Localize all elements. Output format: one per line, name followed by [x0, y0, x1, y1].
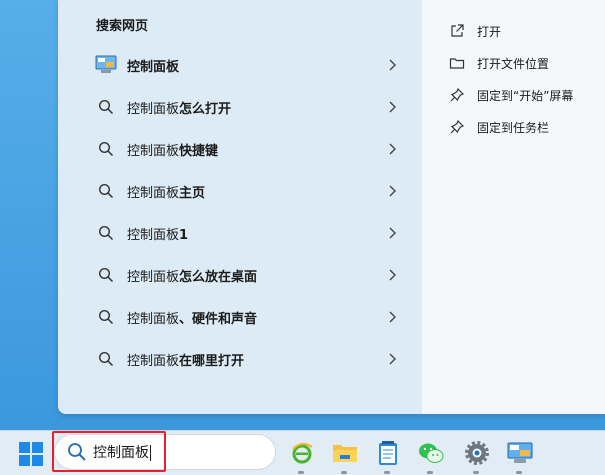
search-icon: [94, 179, 118, 203]
chevron-right-icon: [389, 311, 396, 323]
result-label-prefix: 控制面板: [127, 269, 180, 285]
result-row-where-to-open[interactable]: 控制面板在哪里打开: [88, 341, 400, 377]
wechat-icon[interactable]: [417, 439, 445, 467]
chevron-right-icon: [389, 185, 396, 197]
chevron-right-icon: [389, 59, 396, 71]
action-pin-to-start[interactable]: 固定到“开始”屏幕: [448, 83, 573, 107]
result-label-bold: 控制面板: [127, 59, 180, 75]
action-label: 固定到任务栏: [477, 120, 550, 135]
result-label-prefix: 控制面板: [127, 101, 180, 117]
result-label-prefix: 控制面板: [127, 185, 180, 201]
action-label: 打开: [477, 24, 502, 39]
search-icon: [94, 347, 118, 371]
action-open-file-location[interactable]: 打开文件位置: [448, 51, 549, 75]
result-row-control-panel[interactable]: 控制面板: [88, 47, 400, 83]
running-indicator: [341, 471, 347, 474]
section-title: 搜索网页: [96, 19, 149, 34]
taskbar-search-input[interactable]: 控制面板: [54, 434, 276, 470]
result-label-bold: 主页: [179, 185, 206, 201]
result-label-bold: 快捷键: [179, 143, 219, 159]
running-indicator: [516, 471, 522, 474]
running-indicator: [473, 471, 479, 474]
result-label-bold: 在哪里打开: [179, 353, 245, 369]
search-query-text: 控制面板: [93, 445, 149, 461]
running-indicator: [298, 471, 304, 474]
result-label-bold: 怎么放在桌面: [179, 269, 258, 285]
taskbar: 控制面板: [0, 430, 605, 475]
result-row-desktop[interactable]: 控制面板怎么放在桌面: [88, 257, 400, 293]
running-indicator: [427, 471, 433, 474]
chevron-right-icon: [389, 101, 396, 113]
chevron-right-icon: [389, 269, 396, 281]
action-label: 打开文件位置: [477, 56, 550, 71]
control-panel-icon[interactable]: [506, 439, 534, 467]
text-caret: [150, 445, 151, 461]
action-label: 固定到“开始”屏幕: [477, 88, 574, 103]
actions-column: 打开 打开文件位置 固定到“开始”屏幕 固定到任务栏: [422, 0, 605, 414]
result-label-prefix: 控制面板: [127, 353, 180, 369]
chevron-right-icon: [389, 353, 396, 365]
result-label-bold: 、硬件和声音: [179, 311, 258, 327]
results-column: 搜索网页 控制面板 控制面板怎么打开 控制面板快捷键 控制面板主页 控制面板1 …: [58, 0, 422, 414]
control-panel-icon: [94, 53, 118, 77]
action-pin-to-taskbar[interactable]: 固定到任务栏: [448, 115, 549, 139]
result-label-bold: 怎么打开: [179, 101, 232, 117]
chevron-right-icon: [389, 143, 396, 155]
result-row-how-to-open[interactable]: 控制面板怎么打开: [88, 89, 400, 125]
ie-icon[interactable]: [288, 439, 316, 467]
pin-icon: [448, 86, 466, 104]
search-icon: [94, 305, 118, 329]
result-row-homepage[interactable]: 控制面板主页: [88, 173, 400, 209]
search-icon: [68, 443, 86, 461]
result-label-bold: 1: [179, 227, 189, 243]
folder-icon: [448, 54, 466, 72]
folder-icon[interactable]: [331, 439, 359, 467]
action-open[interactable]: 打开: [448, 19, 501, 43]
result-label-prefix: 控制面板: [127, 227, 180, 243]
search-icon: [94, 263, 118, 287]
open-external-icon: [448, 22, 466, 40]
pin-icon: [448, 118, 466, 136]
gear-icon[interactable]: [463, 439, 491, 467]
result-label-prefix: 控制面板: [127, 311, 180, 327]
search-icon: [94, 95, 118, 119]
result-row-hardware-sound[interactable]: 控制面板、硬件和声音: [88, 299, 400, 335]
search-results-panel: 搜索网页 控制面板 控制面板怎么打开 控制面板快捷键 控制面板主页 控制面板1 …: [58, 0, 605, 414]
chevron-right-icon: [389, 227, 396, 239]
search-icon: [94, 221, 118, 245]
result-label-prefix: 控制面板: [127, 143, 180, 159]
notepad-icon[interactable]: [374, 439, 402, 467]
running-indicator: [384, 471, 390, 474]
windows-start-icon[interactable]: [18, 441, 44, 467]
search-icon: [94, 137, 118, 161]
result-row-shortcut[interactable]: 控制面板快捷键: [88, 131, 400, 167]
result-row-1[interactable]: 控制面板1: [88, 215, 400, 251]
